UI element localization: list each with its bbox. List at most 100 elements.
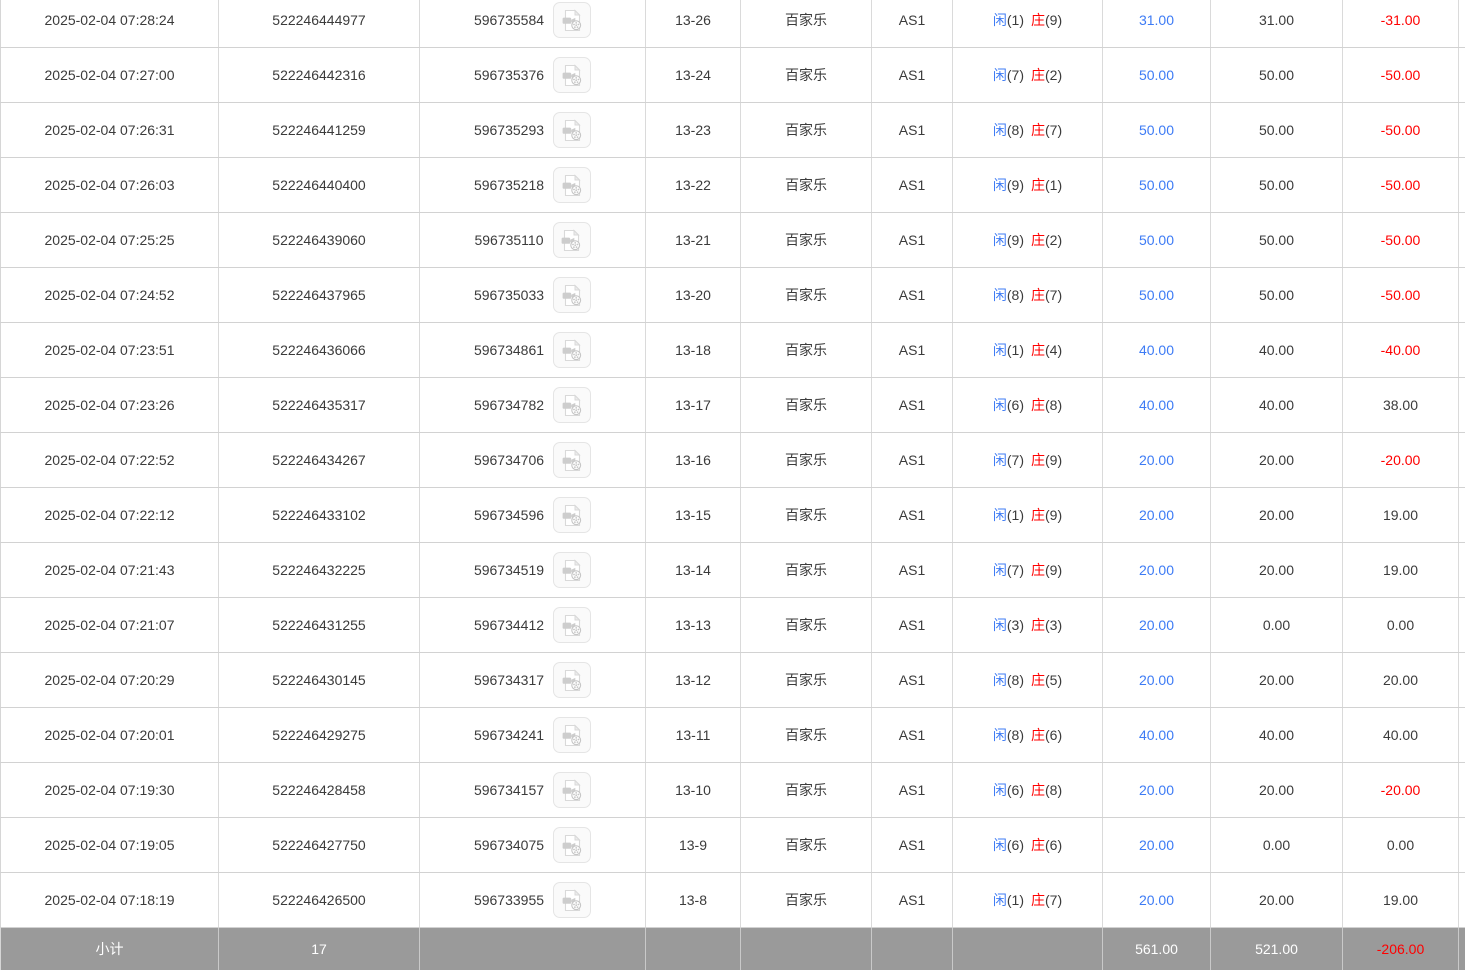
video-replay-button[interactable] [553, 607, 591, 643]
video-file-icon [561, 174, 584, 197]
game-round-id: 596734706 [474, 452, 544, 468]
bet-amount: 40.00 [1103, 708, 1211, 763]
player-points: (7) [1007, 452, 1024, 468]
video-replay-button[interactable] [553, 112, 591, 148]
video-replay-button[interactable] [553, 167, 591, 203]
game-round-id: 596735033 [474, 287, 544, 303]
video-replay-button[interactable] [553, 2, 591, 38]
table-row: 2025-02-04 07:27:00 522246442316 5967353… [1, 48, 1465, 103]
player-points: (8) [1007, 287, 1024, 303]
game-round-id: 596734317 [474, 672, 544, 688]
game-type: 百家乐 [741, 763, 872, 818]
video-replay-button[interactable] [553, 827, 591, 863]
valid-amount: 50.00 [1211, 103, 1343, 158]
player-result: 闲(8) [993, 287, 1024, 303]
banker-result: 庄(2) [1031, 232, 1062, 248]
banker-points: (9) [1045, 562, 1062, 578]
game-round-cell: 596734596 [420, 488, 646, 543]
player-points: (9) [1007, 232, 1024, 248]
overflow-column-cell [1459, 543, 1465, 598]
banker-points: (7) [1045, 287, 1062, 303]
banker-points: (6) [1045, 727, 1062, 743]
game-round-cell: 596735376 [420, 48, 646, 103]
win-loss: -20.00 [1343, 433, 1459, 488]
banker-result: 庄(8) [1031, 397, 1062, 413]
video-replay-button[interactable] [553, 332, 591, 368]
bet-amount: 20.00 [1103, 653, 1211, 708]
overflow-column-cell [1459, 708, 1465, 763]
banker-label: 庄 [1031, 507, 1045, 523]
valid-amount: 40.00 [1211, 323, 1343, 378]
banker-points: (2) [1045, 67, 1062, 83]
subtotal-empty-cell [420, 928, 646, 970]
win-loss: 19.00 [1343, 488, 1459, 543]
bet-amount: 20.00 [1103, 763, 1211, 818]
banker-points: (9) [1045, 452, 1062, 468]
game-type: 百家乐 [741, 323, 872, 378]
video-replay-button[interactable] [553, 57, 591, 93]
game-round-id: 596734241 [474, 727, 544, 743]
order-id: 522246433102 [219, 488, 420, 543]
video-file-icon [561, 64, 584, 87]
banker-points: (6) [1045, 837, 1062, 853]
bet-time: 2025-02-04 07:21:43 [1, 543, 219, 598]
table-round: 13-16 [646, 433, 741, 488]
player-result: 闲(7) [993, 562, 1024, 578]
game-type: 百家乐 [741, 268, 872, 323]
game-round-id: 596734075 [474, 837, 544, 853]
banker-result: 庄(7) [1031, 892, 1062, 908]
table-row: 2025-02-04 07:21:07 522246431255 5967344… [1, 598, 1465, 653]
bet-amount: 50.00 [1103, 103, 1211, 158]
player-label: 闲 [993, 782, 1007, 798]
video-replay-button[interactable] [553, 772, 591, 808]
valid-amount: 31.00 [1211, 0, 1343, 48]
subtotal-bet-total: 561.00 [1103, 928, 1211, 970]
table-code: AS1 [872, 158, 953, 213]
video-replay-button[interactable] [553, 222, 591, 258]
game-result: 闲(7)庄(9) [953, 543, 1103, 598]
video-file-icon [561, 834, 584, 857]
banker-result: 庄(9) [1031, 12, 1062, 28]
banker-points: (8) [1045, 782, 1062, 798]
video-replay-button[interactable] [553, 882, 591, 918]
game-type: 百家乐 [741, 818, 872, 873]
overflow-column-cell [1459, 158, 1465, 213]
video-replay-button[interactable] [553, 387, 591, 423]
win-loss: 0.00 [1343, 598, 1459, 653]
bet-amount: 20.00 [1103, 598, 1211, 653]
player-label: 闲 [993, 672, 1007, 688]
game-round-id: 596734412 [474, 617, 544, 633]
player-points: (7) [1007, 562, 1024, 578]
game-result: 闲(3)庄(3) [953, 598, 1103, 653]
order-id: 522246436066 [219, 323, 420, 378]
video-replay-button[interactable] [553, 442, 591, 478]
player-result: 闲(1) [993, 507, 1024, 523]
video-file-icon [561, 889, 584, 912]
subtotal-valid-total: 521.00 [1211, 928, 1343, 970]
bet-amount: 20.00 [1103, 433, 1211, 488]
bet-time: 2025-02-04 07:25:25 [1, 213, 219, 268]
player-result: 闲(8) [993, 672, 1024, 688]
bet-amount: 40.00 [1103, 323, 1211, 378]
video-replay-button[interactable] [553, 552, 591, 588]
game-round-cell: 596734861 [420, 323, 646, 378]
table-round: 13-17 [646, 378, 741, 433]
table-round: 13-26 [646, 0, 741, 48]
order-id: 522246427750 [219, 818, 420, 873]
player-label: 闲 [993, 507, 1007, 523]
video-replay-button[interactable] [553, 497, 591, 533]
banker-label: 庄 [1031, 177, 1045, 193]
banker-label: 庄 [1031, 782, 1045, 798]
table-round: 13-14 [646, 543, 741, 598]
video-replay-button[interactable] [553, 662, 591, 698]
overflow-column-cell [1459, 323, 1465, 378]
table-row: 2025-02-04 07:22:52 522246434267 5967347… [1, 433, 1465, 488]
game-round-cell: 596734157 [420, 763, 646, 818]
order-id: 522246431255 [219, 598, 420, 653]
table-code: AS1 [872, 818, 953, 873]
game-round-id: 596735293 [474, 122, 544, 138]
video-replay-button[interactable] [553, 277, 591, 313]
table-round: 13-20 [646, 268, 741, 323]
valid-amount: 0.00 [1211, 818, 1343, 873]
video-replay-button[interactable] [553, 717, 591, 753]
